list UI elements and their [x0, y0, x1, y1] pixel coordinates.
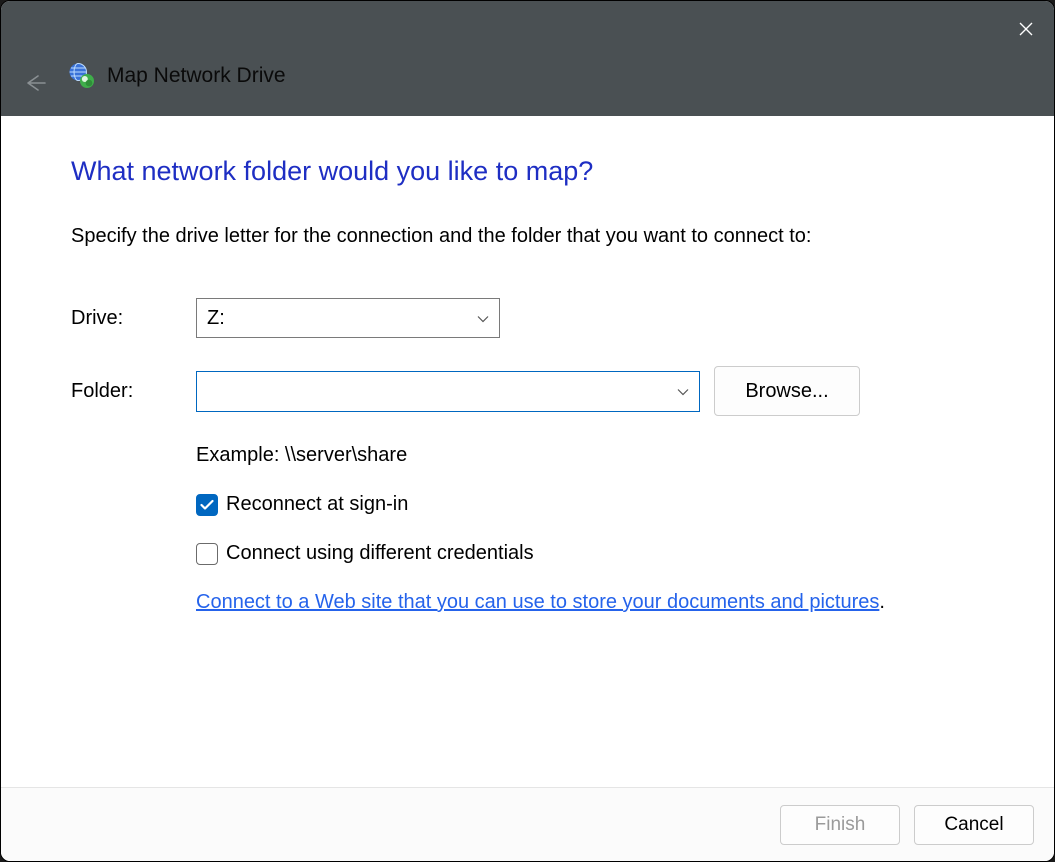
- cancel-button[interactable]: Cancel: [914, 805, 1034, 845]
- chevron-down-icon: [477, 307, 489, 330]
- drive-label: Drive:: [71, 307, 196, 330]
- chevron-down-icon: [677, 380, 689, 403]
- drive-combobox[interactable]: Z:: [196, 298, 500, 338]
- dialog-body: What network folder would you like to ma…: [1, 116, 1054, 787]
- checkmark-icon: [200, 499, 214, 511]
- dialog-title-wrap: Map Network Drive: [69, 63, 286, 89]
- close-icon: [1019, 22, 1033, 36]
- page-instruction: Specify the drive letter for the connect…: [71, 225, 984, 248]
- web-link-trailing: .: [879, 591, 885, 613]
- drive-value: Z:: [207, 307, 225, 330]
- back-button[interactable]: [19, 67, 51, 99]
- reconnect-checkbox[interactable]: [196, 494, 218, 516]
- different-creds-checkbox[interactable]: [196, 543, 218, 565]
- network-drive-icon: [69, 63, 95, 89]
- page-heading: What network folder would you like to ma…: [71, 156, 984, 187]
- different-creds-checkbox-row[interactable]: Connect using different credentials: [196, 542, 984, 565]
- dialog-title: Map Network Drive: [107, 64, 286, 88]
- browse-button[interactable]: Browse...: [714, 366, 860, 416]
- reconnect-label: Reconnect at sign-in: [226, 493, 408, 516]
- back-arrow-icon: [23, 71, 47, 95]
- drive-row: Drive: Z:: [71, 298, 984, 338]
- dialog-footer: Finish Cancel: [1, 787, 1054, 861]
- example-text: Example: \\server\share: [196, 444, 984, 467]
- map-network-drive-dialog: Map Network Drive What network folder wo…: [0, 0, 1055, 862]
- reconnect-checkbox-row[interactable]: Reconnect at sign-in: [196, 493, 984, 516]
- form-details: Example: \\server\share Reconnect at sig…: [196, 444, 984, 614]
- finish-button[interactable]: Finish: [780, 805, 900, 845]
- dialog-header: Map Network Drive: [1, 1, 1054, 116]
- web-link-line: Connect to a Web site that you can use t…: [196, 591, 984, 614]
- folder-row: Folder: Browse...: [71, 366, 984, 416]
- different-creds-label: Connect using different credentials: [226, 542, 534, 565]
- folder-combobox[interactable]: [196, 371, 700, 412]
- close-button[interactable]: [1002, 9, 1050, 49]
- web-storage-link[interactable]: Connect to a Web site that you can use t…: [196, 591, 879, 613]
- folder-label: Folder:: [71, 380, 196, 403]
